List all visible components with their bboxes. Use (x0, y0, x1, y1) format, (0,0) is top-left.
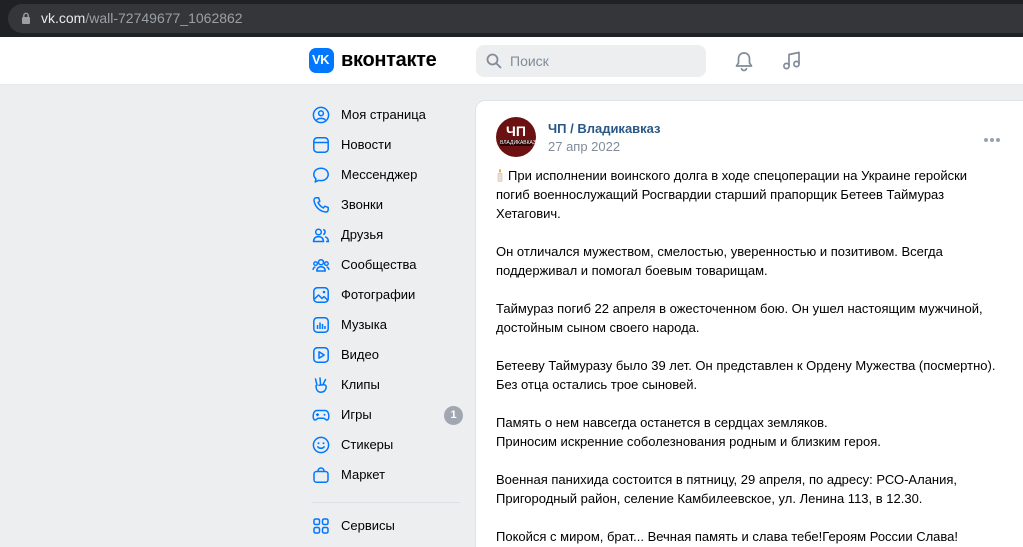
menu-label: Музыка (341, 317, 387, 332)
menu-label: Звонки (341, 197, 383, 212)
menu-item-games[interactable]: Игры 1 (306, 400, 466, 430)
post-line: Он отличался мужеством, смелостью, увере… (496, 244, 943, 259)
phone-icon (313, 197, 329, 213)
menu-label: Видео (341, 347, 379, 362)
vk-wordmark[interactable]: вконтакте (341, 49, 437, 71)
user-circle-icon (312, 106, 330, 124)
menu-label: Игры (341, 407, 372, 422)
post-line: достойным сыном своего народа. (496, 320, 700, 335)
video-icon (313, 347, 329, 363)
browser-toolbar: vk.com/wall-72749677_1062862 (0, 0, 1023, 37)
menu-item-messenger[interactable]: Мессенджер (306, 160, 466, 190)
grid-icon (313, 518, 329, 534)
newsfeed-icon (313, 137, 329, 153)
menu-label: Фотографии (341, 287, 416, 302)
menu-label: Новости (341, 137, 392, 152)
bag-icon (313, 467, 329, 483)
community-avatar[interactable]: ЧП ВЛАДИКАВКАЗ (496, 117, 536, 157)
post-line: Память о нем навсегда останется в сердца… (496, 415, 828, 430)
post-paragraph: Таймураз погиб 22 апреля в ожесточенном … (496, 299, 1001, 337)
post-text: При исполнении воинского долга в ходе сп… (496, 166, 1001, 547)
post-line: Таймураз погиб 22 апреля в ожесточенном … (496, 301, 983, 316)
post-line: Хетагович. (496, 206, 561, 221)
post-line: Военная панихида состоится в пятницу, 29… (496, 472, 958, 487)
search-box[interactable] (476, 45, 706, 77)
search-icon (486, 53, 502, 69)
avatar-subtitle: ВЛАДИКАВКАЗ (500, 140, 536, 146)
post-line: Пригородный район, селение Камбилеевское… (496, 491, 923, 506)
candle-emoji-icon (497, 168, 503, 182)
communities-icon (312, 258, 330, 272)
lock-icon (22, 12, 30, 24)
menu-label: Маркет (341, 467, 386, 482)
post-paragraph: Военная панихида состоится в пятницу, 29… (496, 470, 1001, 508)
left-menu: Моя страница Новости Мессенджер Звонки Д… (306, 100, 466, 541)
logo-text: VK (312, 52, 330, 67)
menu-item-video[interactable]: Видео (306, 340, 466, 370)
post-paragraph: Память о нем навсегда останется в сердца… (496, 413, 1001, 451)
gamepad-icon (312, 409, 330, 421)
menu-label: Сервисы (341, 518, 395, 533)
menu-item-music[interactable]: Музыка (306, 310, 466, 340)
post-paragraph: Он отличался мужеством, смелостью, увере… (496, 242, 1001, 280)
clips-icon (314, 377, 327, 393)
menu-item-friends[interactable]: Друзья (306, 220, 466, 250)
friends-icon (312, 228, 330, 243)
post-paragraph: Покойся с миром, брат... Вечная память и… (496, 527, 1001, 546)
post-line: Покойся с миром, брат... Вечная память и… (496, 529, 958, 544)
games-counter-badge: 1 (444, 406, 463, 425)
menu-item-my-page[interactable]: Моя страница (306, 100, 466, 130)
post-line: погиб военнослужащий Росгвардии старший … (496, 187, 945, 202)
bell-icon[interactable] (733, 50, 755, 72)
message-icon (313, 167, 329, 183)
vk-logo-icon[interactable]: VK (309, 48, 334, 73)
menu-item-calls[interactable]: Звонки (306, 190, 466, 220)
post-paragraph: При исполнении воинского долга в ходе сп… (496, 166, 1001, 223)
photo-icon (313, 287, 329, 303)
more-options-icon[interactable] (984, 129, 1002, 142)
music-icon (313, 317, 329, 333)
menu-label: Мессенджер (341, 167, 418, 182)
menu-item-market[interactable]: Маркет (306, 460, 466, 490)
menu-item-news[interactable]: Новости (306, 130, 466, 160)
url-text[interactable]: vk.com/wall-72749677_1062862 (41, 10, 243, 26)
wall-post: ЧП ВЛАДИКАВКАЗ ЧП / Владикавказ 27 апр 2… (475, 100, 1023, 547)
site-header: VK вконтакте (0, 37, 1023, 85)
menu-item-communities[interactable]: Сообщества (306, 250, 466, 280)
post-line: При исполнении воинского долга в ходе сп… (508, 168, 968, 183)
post-paragraph: Бетееву Таймуразу было 39 лет. Он предст… (496, 356, 1001, 394)
post-author-link[interactable]: ЧП / Владикавказ (548, 121, 661, 137)
menu-label: Друзья (341, 227, 384, 242)
menu-item-clips[interactable]: Клипы (306, 370, 466, 400)
menu-label: Сообщества (341, 257, 417, 272)
smile-icon (312, 436, 330, 454)
post-line: Приносим искренние соболезнования родным… (496, 434, 881, 449)
menu-divider (312, 502, 460, 503)
menu-item-services[interactable]: Сервисы (306, 511, 466, 541)
menu-item-stickers[interactable]: Стикеры (306, 430, 466, 460)
menu-label: Клипы (341, 377, 380, 392)
post-line: Бетееву Таймуразу было 39 лет. Он предст… (496, 358, 996, 373)
menu-label: Моя страница (341, 107, 426, 122)
search-input[interactable] (510, 45, 700, 77)
post-line: Без отца остались трое сыновей. (496, 377, 698, 392)
post-line: поддерживал и помогал боевым товарищам. (496, 263, 768, 278)
url-domain: vk.com (41, 10, 86, 26)
avatar-title: ЧП (506, 123, 526, 139)
address-bar[interactable]: vk.com/wall-72749677_1062862 (8, 4, 1023, 33)
url-path: /wall-72749677_1062862 (85, 10, 243, 26)
menu-item-photos[interactable]: Фотографии (306, 280, 466, 310)
music-note-icon[interactable] (781, 50, 803, 72)
menu-label: Стикеры (341, 437, 394, 452)
post-date-link[interactable]: 27 апр 2022 (548, 139, 620, 155)
